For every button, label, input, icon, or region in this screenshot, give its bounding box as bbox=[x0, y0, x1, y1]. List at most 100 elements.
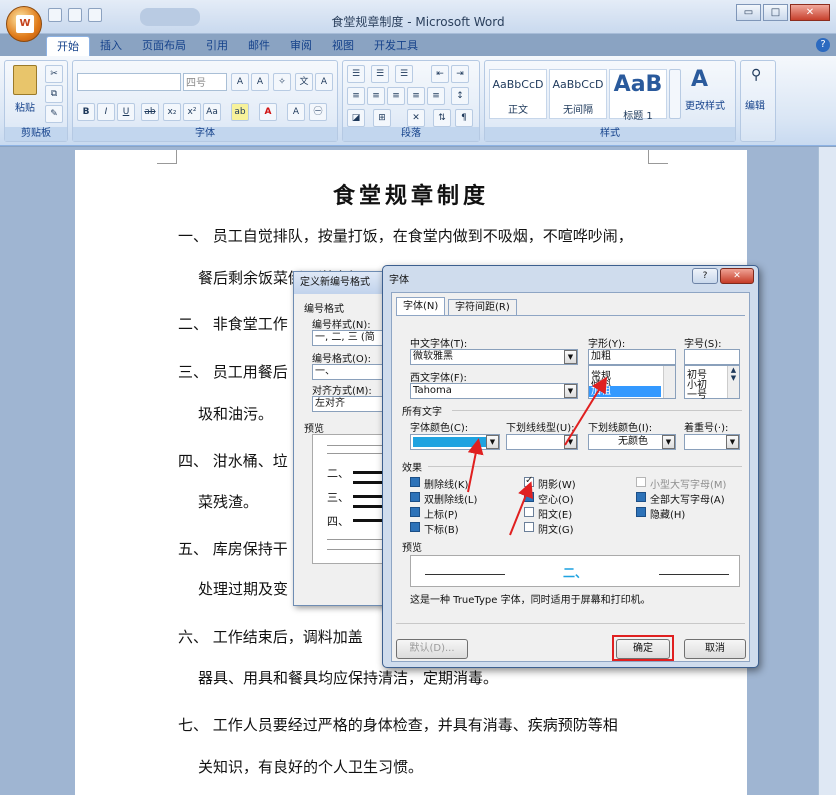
bullets-icon[interactable]: ☰ bbox=[347, 65, 365, 83]
tab-references[interactable]: 引用 bbox=[196, 36, 238, 56]
font-color-icon[interactable]: A bbox=[259, 103, 277, 121]
dialog-close-button[interactable]: ✕ bbox=[720, 268, 754, 284]
decrease-indent-icon[interactable]: ⇤ bbox=[431, 65, 449, 83]
double-strikethrough-checkbox[interactable] bbox=[410, 492, 420, 502]
style-normal[interactable]: AaBbCcD 正文 bbox=[489, 69, 547, 119]
cn-font-field[interactable]: 微软雅黑 bbox=[410, 349, 578, 365]
font-size-option[interactable]: 一号 bbox=[687, 386, 707, 401]
char-shading-icon[interactable]: A bbox=[287, 103, 305, 121]
subscript-checkbox[interactable] bbox=[410, 522, 420, 532]
align-center-icon[interactable]: ≡ bbox=[367, 87, 385, 105]
west-font-field[interactable]: Tahoma bbox=[410, 383, 578, 399]
change-case-icon[interactable]: Aa bbox=[203, 103, 221, 121]
phonetic-icon[interactable]: 文 bbox=[295, 73, 313, 91]
emphasis-dropdown-icon[interactable]: ▼ bbox=[726, 435, 739, 449]
tab-mailings[interactable]: 邮件 bbox=[238, 36, 280, 56]
borders-icon[interactable]: ⊞ bbox=[373, 109, 391, 127]
all-caps-checkbox[interactable] bbox=[636, 492, 646, 502]
font-color-dropdown-icon[interactable]: ▼ bbox=[486, 435, 499, 449]
tab-view[interactable]: 视图 bbox=[322, 36, 364, 56]
cut-icon[interactable]: ✂ bbox=[45, 65, 63, 83]
style-heading-1[interactable]: AaB 标题 1 bbox=[609, 69, 667, 122]
alignment-field[interactable]: 左对齐 bbox=[312, 396, 392, 412]
tab-developer[interactable]: 开发工具 bbox=[364, 36, 428, 56]
editing-label[interactable]: 编辑 bbox=[745, 97, 765, 112]
help-button[interactable]: ? bbox=[692, 268, 718, 284]
font-name-field[interactable] bbox=[77, 73, 181, 91]
strikethrough-checkbox[interactable] bbox=[410, 477, 420, 487]
doc-line: 三、 员工用餐后 bbox=[178, 363, 288, 381]
office-button[interactable]: W bbox=[6, 6, 42, 42]
clear-format-icon[interactable]: ✧ bbox=[273, 73, 291, 91]
underline-style-dropdown-icon[interactable]: ▼ bbox=[564, 435, 577, 449]
highlight-icon[interactable]: ab bbox=[231, 103, 249, 121]
set-default-button[interactable]: 默认(D)... bbox=[396, 639, 468, 659]
superscript-icon[interactable]: x² bbox=[183, 103, 201, 121]
subscript-icon[interactable]: x₂ bbox=[163, 103, 181, 121]
italic-icon[interactable]: I bbox=[97, 103, 115, 121]
find-icon[interactable]: ⚲ bbox=[751, 67, 761, 83]
styles-scroll[interactable] bbox=[669, 69, 681, 119]
numbering-icon[interactable]: ☰ bbox=[371, 65, 389, 83]
close-button[interactable]: ✕ bbox=[790, 4, 830, 21]
west-font-dropdown-icon[interactable]: ▼ bbox=[564, 384, 577, 398]
shadow-checkbox[interactable] bbox=[524, 475, 534, 487]
copy-icon[interactable]: ⧉ bbox=[45, 85, 63, 103]
numbering-preview: 二、 三、 四、 bbox=[312, 434, 393, 564]
strikethrough-icon[interactable]: ab bbox=[141, 103, 159, 121]
engrave-checkbox[interactable] bbox=[524, 522, 534, 532]
number-format-field[interactable]: 一、 bbox=[312, 364, 392, 380]
font-style-field[interactable]: 加粗 bbox=[588, 349, 676, 365]
increase-indent-icon[interactable]: ⇥ bbox=[451, 65, 469, 83]
bold-icon[interactable]: B bbox=[77, 103, 95, 121]
emboss-checkbox[interactable] bbox=[524, 507, 534, 517]
hidden-checkbox[interactable] bbox=[636, 507, 646, 517]
font-size-field[interactable] bbox=[684, 349, 740, 365]
paste-label[interactable]: 粘贴 bbox=[15, 99, 35, 114]
vertical-scrollbar[interactable] bbox=[818, 147, 836, 795]
emphasis-label: 着重号(·): bbox=[684, 423, 729, 434]
distributed-icon[interactable]: ≡ bbox=[427, 87, 445, 105]
font-size-list[interactable]: 初号 小初 一号 ▲ ▼ bbox=[684, 365, 740, 401]
char-border-icon[interactable]: A bbox=[315, 73, 333, 91]
ok-button[interactable]: 确定 bbox=[616, 639, 670, 659]
outline-checkbox[interactable] bbox=[524, 492, 534, 502]
align-left-icon[interactable]: ≡ bbox=[347, 87, 365, 105]
minimize-button[interactable]: ▭ bbox=[736, 4, 761, 21]
font-style-option-selected[interactable]: 加粗 bbox=[589, 386, 661, 397]
underline-icon[interactable]: U bbox=[117, 103, 135, 121]
tab-font[interactable]: 字体(N) bbox=[396, 297, 446, 315]
enclose-char-icon[interactable]: ㊀ bbox=[309, 103, 327, 121]
sort-icon[interactable]: ⇅ bbox=[433, 109, 451, 127]
tab-page-layout[interactable]: 页面布局 bbox=[132, 36, 196, 56]
underline-color-dropdown-icon[interactable]: ▼ bbox=[662, 435, 675, 449]
chinese-layout-icon[interactable]: ✕ bbox=[407, 109, 425, 127]
style-name: 无间隔 bbox=[563, 105, 593, 116]
line-spacing-icon[interactable]: ↕ bbox=[451, 87, 469, 105]
justify-icon[interactable]: ≡ bbox=[407, 87, 425, 105]
style-no-spacing[interactable]: AaBbCcD 无间隔 bbox=[549, 69, 607, 119]
cancel-button[interactable]: 取消 bbox=[684, 639, 746, 659]
tab-home[interactable]: 开始 bbox=[46, 36, 90, 56]
paste-icon[interactable] bbox=[13, 65, 37, 95]
change-styles-icon[interactable]: A bbox=[691, 67, 708, 92]
grow-font-icon[interactable]: A bbox=[231, 73, 249, 91]
help-icon[interactable]: ? bbox=[816, 38, 830, 52]
font-style-list[interactable]: 常规 倾斜 加粗 bbox=[588, 365, 676, 399]
font-size-label: 字号(S): bbox=[684, 339, 722, 350]
tab-character-spacing[interactable]: 字符间距(R) bbox=[448, 299, 517, 315]
tab-insert[interactable]: 插入 bbox=[90, 36, 132, 56]
tab-review[interactable]: 审阅 bbox=[280, 36, 322, 56]
maximize-button[interactable]: □ bbox=[763, 4, 788, 21]
align-right-icon[interactable]: ≡ bbox=[387, 87, 405, 105]
cn-font-dropdown-icon[interactable]: ▼ bbox=[564, 350, 577, 364]
superscript-checkbox[interactable] bbox=[410, 507, 420, 517]
multilevel-list-icon[interactable]: ☰ bbox=[395, 65, 413, 83]
font-size-field[interactable]: 四号 bbox=[183, 73, 227, 91]
show-marks-icon[interactable]: ¶ bbox=[455, 109, 473, 127]
change-styles-label[interactable]: 更改样式 bbox=[685, 97, 725, 112]
number-style-field[interactable]: 一, 二, 三 (简 bbox=[312, 330, 392, 346]
shrink-font-icon[interactable]: A bbox=[251, 73, 269, 91]
shading-icon[interactable]: ◪ bbox=[347, 109, 365, 127]
format-painter-icon[interactable]: ✎ bbox=[45, 105, 63, 123]
